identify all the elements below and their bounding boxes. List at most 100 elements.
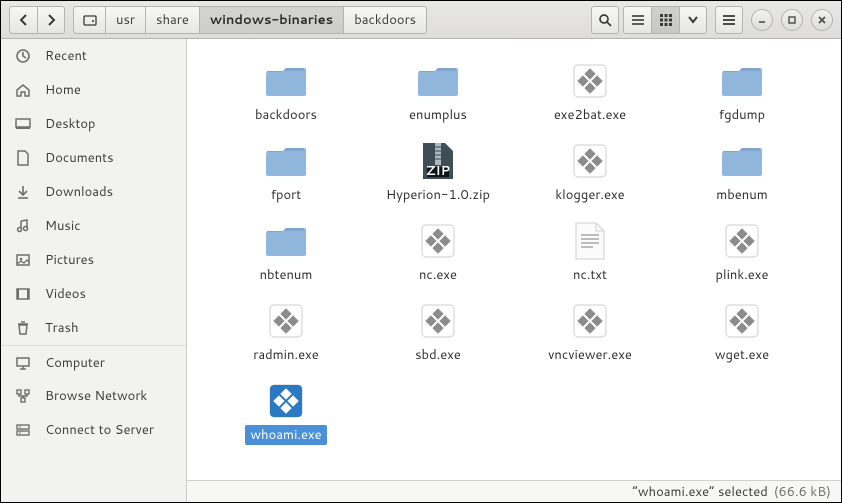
status-bar: “whoami.exe” selected (66.6 kB)	[187, 480, 841, 502]
path-segment-label: windows-binaries	[210, 11, 333, 29]
exe-icon	[720, 221, 764, 261]
sidebar-item-videos[interactable]: Videos	[1, 277, 186, 311]
file-item[interactable]: mbenum	[668, 137, 816, 209]
exe-icon	[416, 221, 460, 261]
file-item[interactable]: klogger.exe	[516, 137, 664, 209]
status-text: “whoami.exe” selected	[633, 483, 768, 501]
file-item[interactable]: nc.txt	[516, 217, 664, 289]
file-item[interactable]: wget.exe	[668, 297, 816, 369]
close-icon	[817, 15, 827, 25]
file-item[interactable]: nc.exe	[364, 217, 512, 289]
status-size: (66.6 kB)	[774, 483, 831, 501]
file-label: plink.exe	[711, 265, 774, 285]
chevron-down-icon	[688, 16, 698, 24]
file-label: enumplus	[404, 105, 472, 125]
sidebar-item-music[interactable]: Music	[1, 209, 186, 243]
exe-icon	[568, 301, 612, 341]
folder-icon	[720, 61, 764, 101]
exe-icon	[264, 381, 308, 421]
folder-icon	[416, 61, 460, 101]
sidebar-item-documents[interactable]: Documents	[1, 141, 186, 175]
exe-icon	[568, 61, 612, 101]
list-icon	[631, 14, 645, 26]
file-label: mbenum	[711, 185, 772, 205]
window-close-button[interactable]	[811, 9, 833, 31]
view-list-button[interactable]	[623, 6, 651, 34]
file-label: nc.txt	[568, 265, 612, 285]
file-item[interactable]: sbd.exe	[364, 297, 512, 369]
exe-icon	[568, 141, 612, 181]
downloads-icon	[15, 184, 31, 200]
sidebar-item-downloads[interactable]: Downloads	[1, 175, 186, 209]
path-segment[interactable]: backdoors	[343, 6, 427, 34]
sidebar-item-desktop[interactable]: Desktop	[1, 107, 186, 141]
sidebar-item-home[interactable]: Home	[1, 73, 186, 107]
menu-button[interactable]	[715, 6, 743, 34]
sidebar-item-label: Connect to Server	[45, 421, 154, 439]
file-label: klogger.exe	[550, 185, 629, 205]
trash-icon	[15, 320, 31, 336]
file-item[interactable]: vncviewer.exe	[516, 297, 664, 369]
txt-icon	[568, 221, 612, 261]
sidebar-item-network[interactable]: Browse Network	[1, 379, 186, 413]
file-label: fport	[266, 185, 306, 205]
hamburger-icon	[722, 14, 736, 26]
file-item[interactable]: whoami.exe	[212, 377, 360, 449]
file-item[interactable]: plink.exe	[668, 217, 816, 289]
file-item[interactable]: enumplus	[364, 57, 512, 129]
file-item[interactable]: fgdump	[668, 57, 816, 129]
exe-icon	[720, 301, 764, 341]
pictures-icon	[15, 252, 31, 268]
sidebar-item-pictures[interactable]: Pictures	[1, 243, 186, 277]
file-label: Hyperion-1.0.zip	[381, 185, 495, 205]
path-root-button[interactable]	[73, 6, 105, 34]
search-icon	[598, 13, 612, 27]
file-label: nc.exe	[414, 265, 462, 285]
file-view[interactable]: backdoors enumplus exe2bat.exe fgdump fp…	[187, 39, 841, 480]
svg-text:ZIP: ZIP	[426, 162, 450, 180]
file-label: fgdump	[714, 105, 770, 125]
sidebar-item-label: Downloads	[45, 183, 113, 201]
path-segment[interactable]: usr	[105, 6, 145, 34]
sidebar-item-computer[interactable]: Computer	[1, 345, 186, 379]
nav-group	[9, 6, 65, 34]
minimize-icon	[757, 15, 767, 25]
sidebar-item-recent[interactable]: Recent	[1, 39, 186, 73]
file-label: nbtenum	[255, 265, 318, 285]
computer-icon	[15, 355, 31, 371]
sidebar-item-label: Home	[45, 81, 81, 99]
view-grid-button[interactable]	[651, 6, 679, 34]
maximize-icon	[787, 15, 797, 25]
folder-icon	[264, 141, 308, 181]
view-mode-group	[623, 6, 707, 34]
file-label: exe2bat.exe	[549, 105, 631, 125]
folder-icon	[264, 61, 308, 101]
sidebar-item-server[interactable]: Connect to Server	[1, 413, 186, 447]
folder-icon	[720, 141, 764, 181]
back-button[interactable]	[9, 6, 37, 34]
file-item[interactable]: nbtenum	[212, 217, 360, 289]
sidebar-item-label: Pictures	[45, 251, 94, 269]
music-icon	[15, 218, 31, 234]
sidebar-item-trash[interactable]: Trash	[1, 311, 186, 345]
view-options-button[interactable]	[679, 6, 707, 34]
file-item[interactable]: exe2bat.exe	[516, 57, 664, 129]
forward-button[interactable]	[37, 6, 65, 34]
path-bar: usrshare windows-binaries backdoors	[73, 6, 427, 34]
window-minimize-button[interactable]	[751, 9, 773, 31]
path-segment[interactable]: windows-binaries	[199, 6, 343, 34]
sidebar-item-label: Videos	[45, 285, 86, 303]
grid-icon	[660, 14, 672, 26]
sidebar-item-label: Browse Network	[45, 387, 147, 405]
window-maximize-button[interactable]	[781, 9, 803, 31]
file-item[interactable]: radmin.exe	[212, 297, 360, 369]
chevron-left-icon	[19, 14, 29, 26]
file-item[interactable]: backdoors	[212, 57, 360, 129]
folder-icon	[264, 221, 308, 261]
file-item[interactable]: fport	[212, 137, 360, 209]
file-label: backdoors	[250, 105, 322, 125]
search-button[interactable]	[591, 6, 619, 34]
path-segment[interactable]: share	[145, 6, 199, 34]
exe-icon	[264, 301, 308, 341]
file-item[interactable]: ZIP Hyperion-1.0.zip	[364, 137, 512, 209]
